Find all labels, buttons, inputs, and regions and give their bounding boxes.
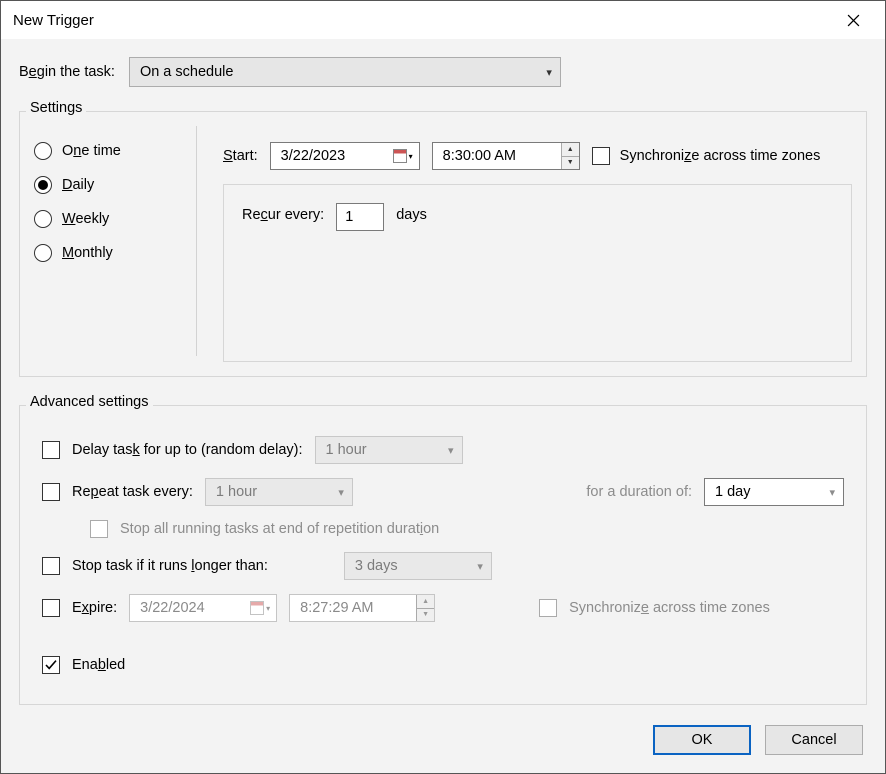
sync-timezones-checkbox[interactable] — [592, 147, 610, 165]
radio-one-time[interactable]: One time — [34, 142, 170, 160]
ok-label: OK — [692, 732, 713, 748]
enabled-checkbox[interactable] — [42, 656, 60, 674]
expire-date-input[interactable]: 3/22/2024 ▾ — [129, 594, 277, 622]
recur-days-input[interactable]: 1 — [336, 203, 384, 231]
start-date-input[interactable]: 3/22/2023 ▾ — [270, 142, 420, 170]
chevron-down-icon: ▾ — [829, 486, 835, 499]
delay-label: Delay task for up to (random delay): — [72, 442, 303, 458]
ok-button[interactable]: OK — [653, 725, 751, 755]
radio-icon — [34, 244, 52, 262]
enabled-label: Enabled — [72, 657, 125, 673]
repeat-label: Repeat task every: — [72, 484, 193, 500]
start-date-value: 3/22/2023 — [281, 148, 346, 164]
dialog-content: Begin the task: On a schedule ▾ Settings… — [1, 39, 885, 773]
recur-unit: days — [396, 203, 427, 223]
advanced-legend: Advanced settings — [26, 394, 153, 410]
radio-monthly[interactable]: Monthly — [34, 244, 170, 262]
stop-repetition-label: Stop all running tasks at end of repetit… — [120, 521, 439, 537]
begin-label: Begin the task: — [19, 64, 115, 80]
recur-label: Recur every: — [242, 203, 324, 223]
settings-legend: Settings — [26, 100, 86, 116]
repeat-combobox[interactable]: 1 hour ▾ — [205, 478, 353, 506]
duration-label: for a duration of: — [586, 484, 692, 500]
calendar-dropdown-button[interactable]: ▾ — [247, 601, 272, 615]
recur-panel: Recur every: 1 days — [223, 184, 852, 362]
expire-time-input[interactable]: 8:27:29 AM ▲ ▼ — [289, 594, 435, 622]
delay-value: 1 hour — [326, 442, 367, 458]
expire-checkbox[interactable] — [42, 599, 60, 617]
spinner-down-icon[interactable]: ▼ — [417, 609, 434, 622]
calendar-icon — [250, 601, 264, 615]
radio-icon — [34, 176, 52, 194]
begin-task-combobox[interactable]: On a schedule ▾ — [129, 57, 561, 87]
sync-timezones-row: Synchronize across time zones — [592, 147, 821, 165]
delay-checkbox[interactable] — [42, 441, 60, 459]
begin-task-value: On a schedule — [140, 64, 234, 80]
dialog-buttons: OK Cancel — [653, 725, 863, 755]
calendar-dropdown-button[interactable]: ▾ — [390, 149, 415, 163]
start-label: Start: — [223, 148, 258, 164]
titlebar: New Trigger — [1, 1, 885, 39]
radio-label: One time — [62, 143, 121, 159]
expire-sync-label: Synchronize across time zones — [569, 600, 770, 616]
settings-group: Settings One time Daily Weekly — [19, 111, 867, 377]
close-icon — [847, 14, 860, 27]
radio-icon — [34, 142, 52, 160]
stop-repetition-checkbox — [90, 520, 108, 538]
time-spinner[interactable]: ▲ ▼ — [416, 595, 434, 621]
start-time-value: 8:30:00 AM — [433, 143, 526, 169]
expire-label: Expire: — [72, 600, 117, 616]
expire-time-value: 8:27:29 AM — [290, 595, 383, 621]
dialog-new-trigger: New Trigger Begin the task: On a schedul… — [0, 0, 886, 774]
duration-combobox[interactable]: 1 day ▾ — [704, 478, 844, 506]
cancel-label: Cancel — [791, 732, 836, 748]
chevron-down-icon: ▾ — [266, 604, 270, 613]
recur-days-value: 1 — [345, 209, 353, 225]
chevron-down-icon: ▾ — [546, 66, 552, 79]
repeat-checkbox[interactable] — [42, 483, 60, 501]
vertical-separator — [196, 126, 197, 356]
radio-daily[interactable]: Daily — [34, 176, 170, 194]
start-row: Start: 3/22/2023 ▾ 8:30:00 AM — [223, 126, 852, 170]
begin-row: Begin the task: On a schedule ▾ — [19, 57, 867, 87]
duration-value: 1 day — [715, 484, 750, 500]
expire-sync-checkbox — [539, 599, 557, 617]
sync-timezones-label: Synchronize across time zones — [620, 148, 821, 164]
spinner-down-icon[interactable]: ▼ — [562, 157, 579, 170]
radio-label: Daily — [62, 177, 94, 193]
start-time-input[interactable]: 8:30:00 AM ▲ ▼ — [432, 142, 580, 170]
close-button[interactable] — [833, 5, 873, 35]
expire-date-value: 3/22/2024 — [140, 600, 205, 616]
window-title: New Trigger — [13, 12, 94, 29]
stop-longer-label: Stop task if it runs longer than: — [72, 558, 268, 574]
radio-label: Monthly — [62, 245, 113, 261]
calendar-icon — [393, 149, 407, 163]
radio-label: Weekly — [62, 211, 109, 227]
advanced-group: Advanced settings Delay task for up to (… — [19, 405, 867, 705]
spinner-up-icon[interactable]: ▲ — [417, 595, 434, 609]
delay-combobox[interactable]: 1 hour ▾ — [315, 436, 463, 464]
radio-icon — [34, 210, 52, 228]
chevron-down-icon: ▾ — [338, 486, 344, 499]
radio-weekly[interactable]: Weekly — [34, 210, 170, 228]
chevron-down-icon: ▾ — [477, 560, 483, 573]
chevron-down-icon: ▾ — [448, 444, 454, 457]
stop-longer-combobox[interactable]: 3 days ▾ — [344, 552, 492, 580]
chevron-down-icon: ▾ — [409, 152, 413, 161]
repeat-value: 1 hour — [216, 484, 257, 500]
schedule-type-radios: One time Daily Weekly Monthly — [34, 126, 170, 362]
stop-longer-value: 3 days — [355, 558, 398, 574]
spinner-up-icon[interactable]: ▲ — [562, 143, 579, 157]
stop-longer-checkbox[interactable] — [42, 557, 60, 575]
cancel-button[interactable]: Cancel — [765, 725, 863, 755]
time-spinner[interactable]: ▲ ▼ — [561, 143, 579, 169]
